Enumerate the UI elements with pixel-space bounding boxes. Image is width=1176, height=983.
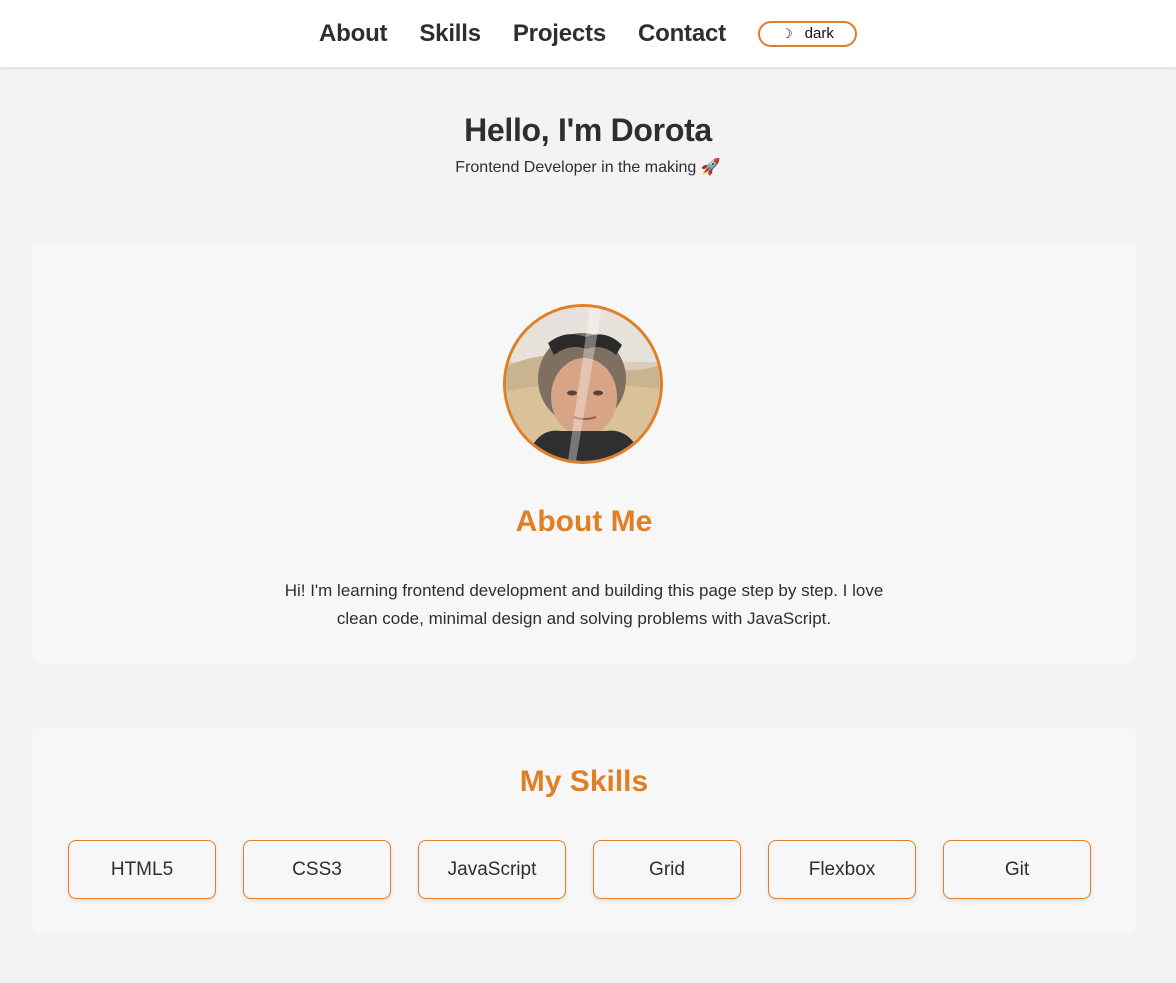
skill-item-git: Git <box>943 840 1091 899</box>
skills-title: My Skills <box>519 765 649 798</box>
nav-link-contact[interactable]: Contact <box>638 20 726 48</box>
skills-list: HTML5 CSS3 JavaScript Grid Flexbox Git <box>68 840 1091 899</box>
skill-item-grid: Grid <box>593 840 741 899</box>
profile-avatar <box>503 304 663 464</box>
moon-icon: ☽ <box>781 26 793 41</box>
about-card: About Me Hi! I'm learning frontend devel… <box>31 243 1137 664</box>
skill-item-html5: HTML5 <box>68 840 216 899</box>
nav-link-skills[interactable]: Skills <box>419 20 481 48</box>
hero-title: Hello, I'm Dorota <box>464 112 712 148</box>
skill-item-flexbox: Flexbox <box>768 840 916 899</box>
theme-toggle-button[interactable]: ☽ dark <box>757 20 857 47</box>
main-nav: About Skills Projects Contact ☽ dark <box>319 20 857 48</box>
theme-toggle-label: dark <box>804 25 834 42</box>
about-text: Hi! I'm learning frontend development an… <box>284 581 884 628</box>
about-title: About Me <box>515 505 653 538</box>
skills-card: My Skills HTML5 CSS3 JavaScript Grid Fle… <box>31 727 1137 933</box>
nav-link-about[interactable]: About <box>319 20 388 48</box>
profile-photo <box>506 307 660 461</box>
hero-section: Hello, I'm Dorota Frontend Developer in … <box>0 112 1176 177</box>
skill-item-javascript: JavaScript <box>418 840 566 899</box>
nav-link-projects[interactable]: Projects <box>513 20 606 48</box>
top-navigation-bar: About Skills Projects Contact ☽ dark <box>0 0 1176 67</box>
hero-subtitle: Frontend Developer in the making 🚀 <box>455 159 721 176</box>
skill-item-css3: CSS3 <box>243 840 391 899</box>
